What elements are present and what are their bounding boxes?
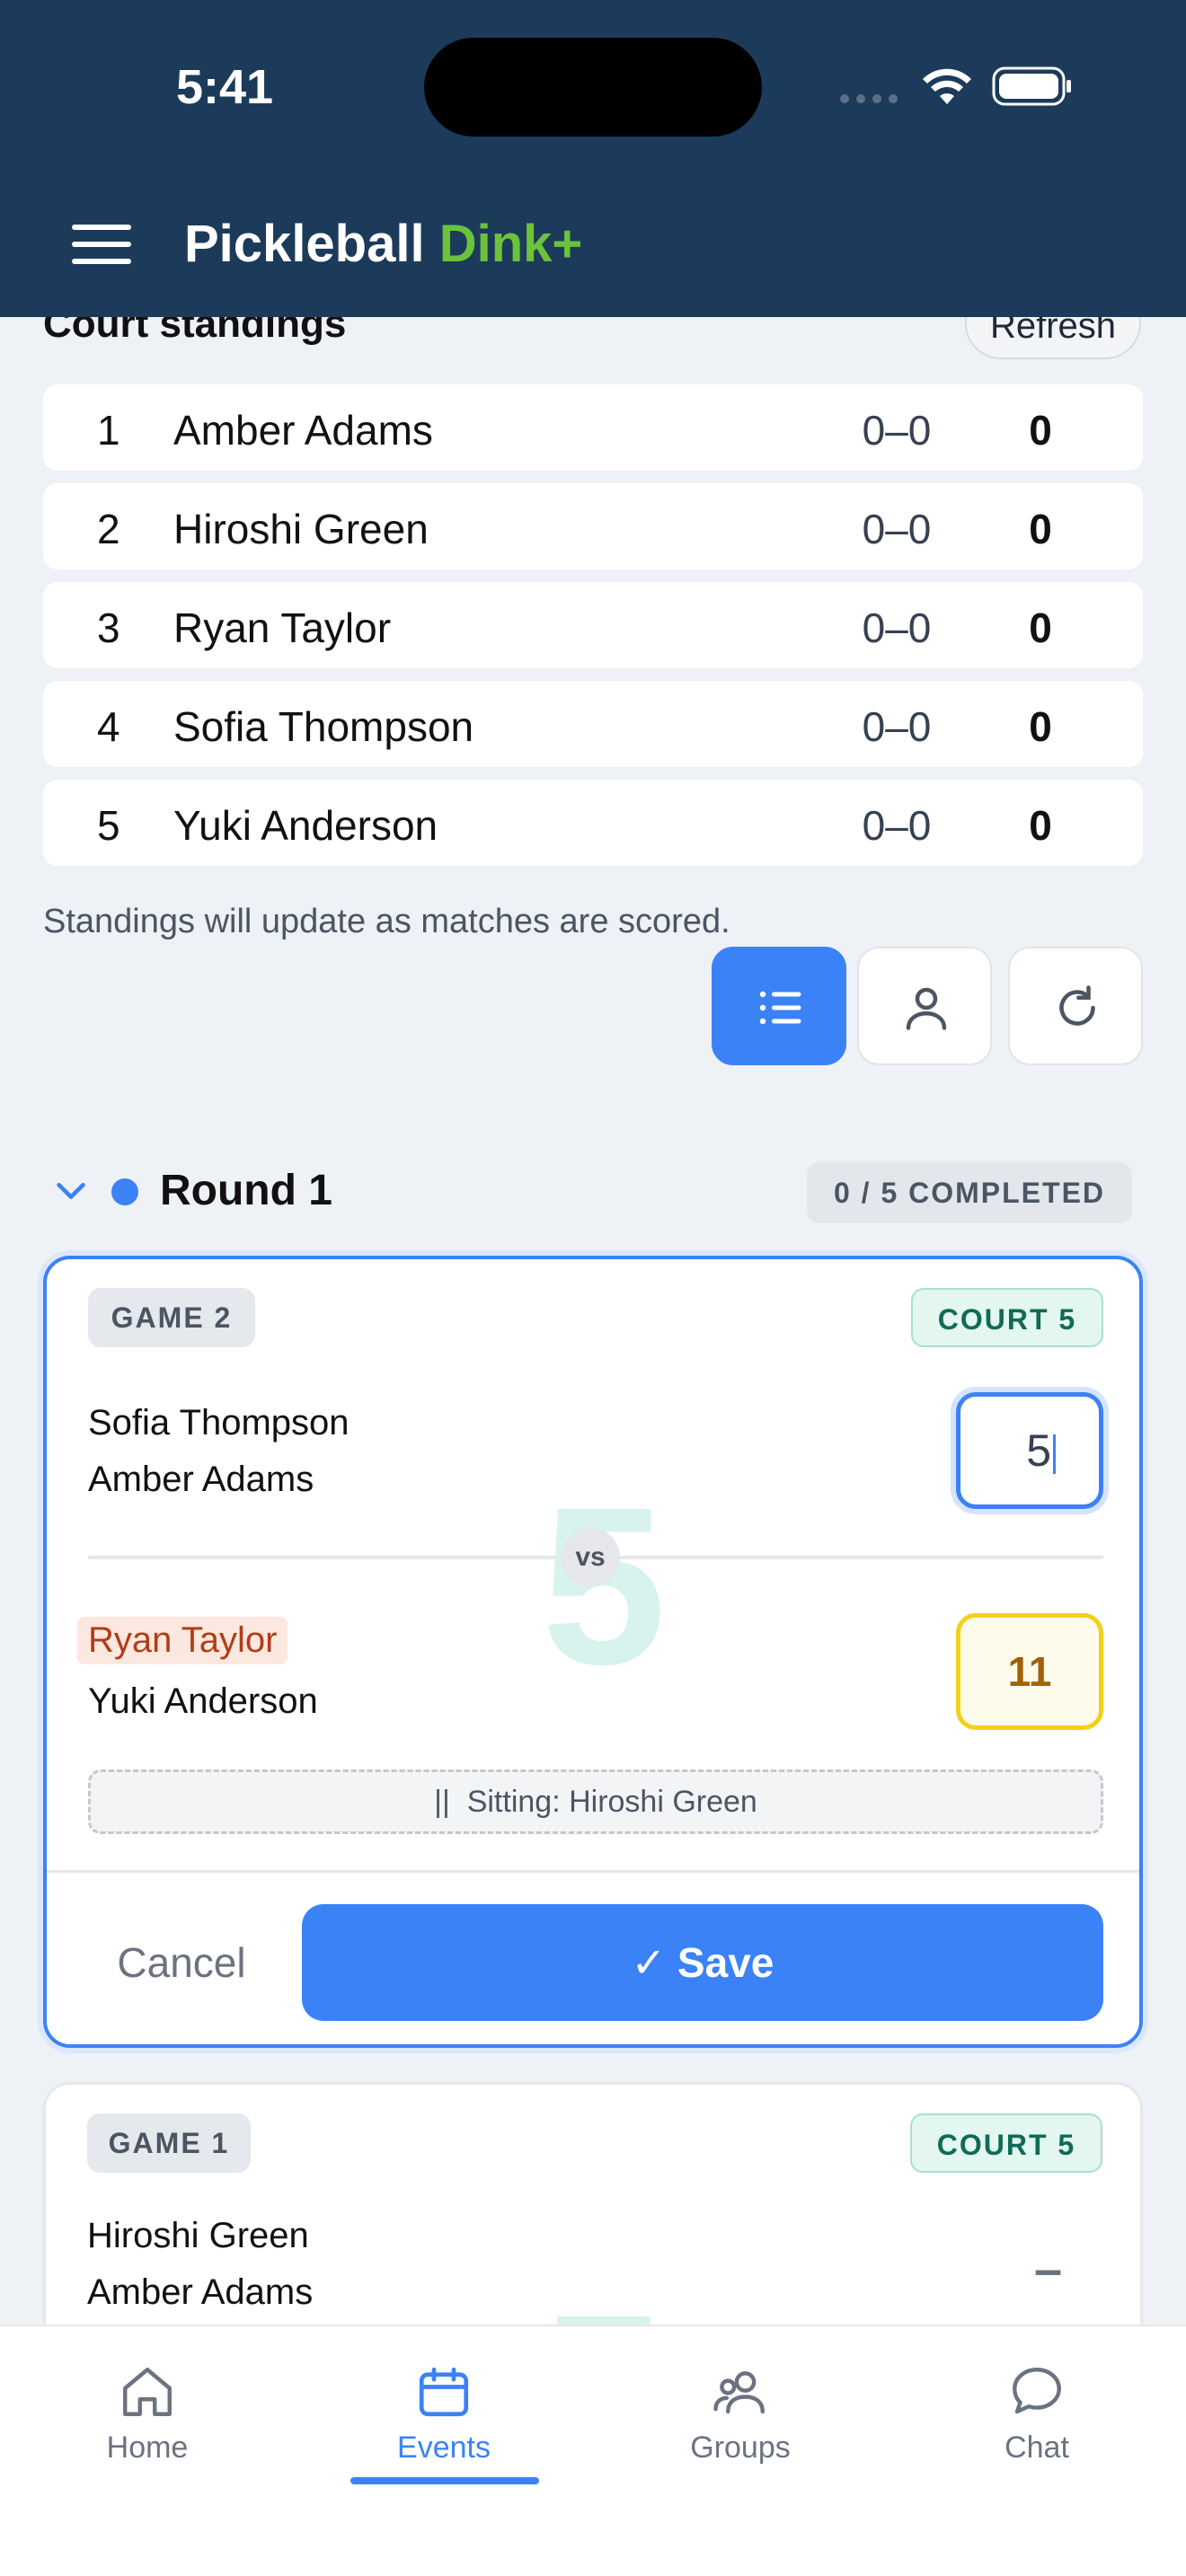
game-card-editing: GAME 2 COURT 5 5 Sofia Thompson Amber Ad…: [43, 1256, 1143, 2048]
brand-accent: Dink+: [438, 215, 583, 273]
game-label: GAME 2: [88, 1288, 255, 1347]
points: 0: [1029, 703, 1052, 750]
team2-score-input[interactable]: 11: [956, 1613, 1103, 1730]
home-icon: [123, 2368, 172, 2416]
refresh-icon: [1059, 985, 1095, 1026]
team1-player: Sofia Thompson: [88, 1403, 350, 1442]
record: 0–0: [862, 407, 932, 454]
tab-label: Home: [106, 2430, 189, 2465]
status-time: 5:41: [176, 60, 274, 114]
player-name: Yuki Anderson: [173, 802, 438, 849]
text-caret: [1053, 1434, 1056, 1474]
team2-player-highlighted: Ryan Taylor: [77, 1617, 288, 1664]
record: 0–0: [862, 703, 932, 750]
round-title: Round 1: [160, 1167, 332, 1214]
brand-name: Pickleball: [184, 215, 425, 273]
team1-player: Amber Adams: [87, 2272, 314, 2312]
rank: 5: [97, 802, 120, 849]
tab-home[interactable]: Home: [31, 2362, 264, 2488]
record: 0–0: [862, 802, 932, 849]
rank: 1: [97, 407, 120, 454]
standings-row[interactable]: 5 Yuki Anderson 0–0 0: [43, 780, 1143, 866]
team1-player: Amber Adams: [88, 1460, 314, 1499]
court-label: COURT 5: [911, 1288, 1103, 1347]
app-header: 5:41 Pickleball Dink+: [0, 0, 1186, 317]
list-icon: [759, 991, 801, 1025]
signal-icon: [840, 94, 898, 103]
divider: [47, 1870, 1139, 1873]
court-number-watermark: 5: [541, 1460, 667, 1711]
tab-label: Groups: [690, 2430, 791, 2465]
team2-player: Yuki Anderson: [88, 1681, 318, 1721]
chevron-down-icon[interactable]: [50, 1169, 92, 1211]
rank: 2: [97, 506, 120, 552]
refresh-view-button[interactable]: [1008, 947, 1143, 1065]
tab-bar: Home Events Groups Chat: [0, 2325, 1186, 2576]
tab-label: Events: [397, 2430, 491, 2465]
app-title: Pickleball Dink+: [184, 214, 582, 274]
tab-chat[interactable]: Chat: [920, 2362, 1154, 2488]
player-name: Ryan Taylor: [173, 604, 392, 651]
calendar-icon: [419, 2367, 469, 2417]
rank: 3: [97, 604, 120, 651]
court-label: COURT 5: [910, 2113, 1102, 2173]
player-name: Sofia Thompson: [173, 703, 474, 750]
standings-note: Standings will update as matches are sco…: [43, 903, 730, 940]
record: 0–0: [862, 604, 932, 651]
sitting-text: Sitting: Hiroshi Green: [466, 1785, 757, 1819]
groups-icon: [713, 2371, 765, 2414]
standings-row[interactable]: 4 Sofia Thompson 0–0 0: [43, 681, 1143, 767]
player-name: Amber Adams: [173, 407, 433, 454]
points: 0: [1029, 604, 1052, 651]
person-view-button[interactable]: [857, 947, 992, 1065]
player-name: Hiroshi Green: [173, 506, 429, 552]
team1-score: –: [1034, 2240, 1063, 2297]
points: 0: [1029, 802, 1052, 849]
dynamic-island: [424, 38, 762, 137]
wifi-icon: [923, 68, 971, 104]
standings-row[interactable]: 2 Hiroshi Green 0–0 0: [43, 483, 1143, 569]
team1-score-input[interactable]: 5: [956, 1392, 1103, 1509]
tab-label: Chat: [1005, 2430, 1069, 2465]
menu-icon[interactable]: [72, 225, 131, 264]
team1-player: Hiroshi Green: [87, 2216, 309, 2255]
game-label: GAME 1: [87, 2113, 251, 2173]
standings-row[interactable]: 3 Ryan Taylor 0–0 0: [43, 582, 1143, 668]
rank: 4: [97, 703, 120, 750]
record: 0–0: [862, 506, 932, 552]
round-status-dot: [111, 1178, 138, 1205]
round-progress-badge: 0 / 5 COMPLETED: [807, 1162, 1132, 1223]
cancel-button[interactable]: Cancel: [83, 1904, 280, 2021]
pause-icon: ||: [434, 1785, 467, 1819]
points: 0: [1029, 407, 1052, 454]
save-button[interactable]: ✓ Save: [302, 1904, 1103, 2021]
tab-groups[interactable]: Groups: [624, 2362, 857, 2488]
sitting-out-banner: || Sitting: Hiroshi Green: [88, 1769, 1103, 1834]
standings-row[interactable]: 1 Amber Adams 0–0 0: [43, 384, 1143, 471]
battery-icon: [992, 66, 1071, 106]
status-icons: [840, 66, 1071, 106]
points: 0: [1029, 506, 1052, 552]
active-tab-indicator: [350, 2477, 539, 2484]
vs-badge: vs: [561, 1528, 620, 1587]
chat-icon: [1013, 2368, 1061, 2414]
tab-events[interactable]: Events: [327, 2362, 561, 2488]
list-view-button[interactable]: [712, 947, 846, 1065]
person-icon: [906, 987, 947, 1030]
score-value: 5: [1026, 1425, 1051, 1476]
